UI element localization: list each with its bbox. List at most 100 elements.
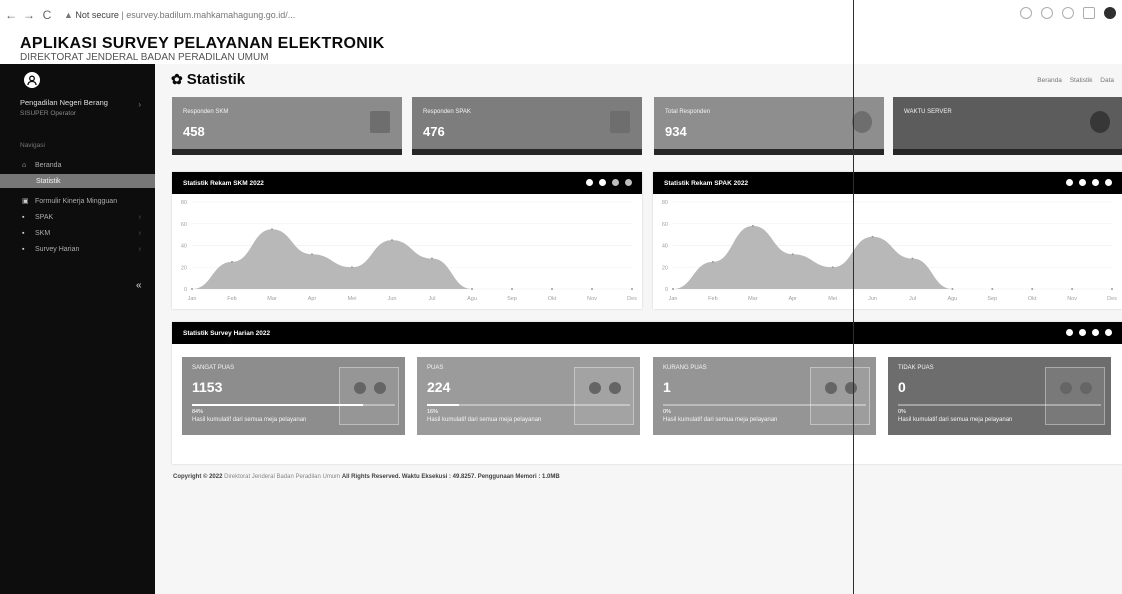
sidebar-item-skm[interactable]: ▪ SKM ›	[0, 226, 155, 240]
data-point[interactable]	[1031, 288, 1034, 290]
survey-value: 1153	[192, 379, 223, 395]
survey-progress-fill	[192, 404, 363, 406]
panel-dot-icon[interactable]	[1079, 329, 1086, 336]
survey-value: 1	[663, 379, 671, 395]
survey-label: TIDAK PUAS	[898, 365, 934, 371]
data-point[interactable]	[751, 224, 754, 227]
form-icon: ▣	[22, 197, 29, 205]
data-point[interactable]	[791, 253, 794, 256]
data-point[interactable]	[591, 288, 593, 290]
star-icon[interactable]	[1062, 7, 1074, 19]
page-title-text: Statistik	[186, 71, 246, 88]
address-bar[interactable]: ▲ Not secure | esurvey.badilum.mahkamaha…	[64, 10, 295, 20]
data-point[interactable]	[871, 235, 874, 238]
forward-icon[interactable]: →	[22, 8, 36, 22]
area-chart-skm: 0 20 40 60 80 Jan Feb Mar Apr Mei Jun Jul Agu Sep Okt N…	[181, 200, 637, 302]
y-tick-label: 20	[181, 265, 187, 271]
data-point[interactable]	[991, 288, 994, 290]
survey-progress	[192, 404, 395, 406]
x-tick-label: Apr	[788, 296, 797, 302]
clock-icon	[1090, 111, 1110, 133]
x-tick-label: Agu	[947, 296, 957, 302]
footer-rights: All Rights Reserved.	[341, 474, 401, 480]
stat-label: WAKTU SERVER	[904, 109, 952, 115]
data-point[interactable]	[631, 288, 633, 290]
data-point[interactable]	[351, 266, 353, 269]
survey-label: PUAS	[427, 365, 444, 371]
stat-document-icon	[610, 111, 630, 133]
sidebar-item-survey-harian[interactable]: ▪ Survey Harian ›	[0, 242, 155, 256]
user-menu-chevron-icon[interactable]: ›	[138, 100, 141, 109]
panel-dot-icon[interactable]	[625, 179, 632, 186]
stat-value: 934	[665, 124, 687, 139]
security-label: Not secure	[75, 10, 119, 20]
survey-card-sangat-puas: SANGAT PUAS 1153 84% Hasil kumulatif dar…	[182, 357, 405, 435]
user-avatar-icon[interactable]	[24, 72, 40, 88]
sidebar-item-formulir[interactable]: ▣ Formulir Kinerja Mingguan	[0, 194, 155, 208]
profile-icon[interactable]	[1104, 7, 1116, 19]
stat-value: 458	[183, 124, 205, 139]
zoom-icon[interactable]	[1041, 7, 1053, 19]
survey-card-kurang-puas: KURANG PUAS 1 0% Hasil kumulatif dari se…	[653, 357, 876, 435]
reload-icon[interactable]: C	[40, 8, 54, 22]
y-tick-label: 0	[184, 287, 187, 293]
data-point[interactable]	[271, 228, 273, 231]
data-point[interactable]	[231, 260, 233, 263]
back-icon[interactable]: ←	[4, 8, 18, 22]
data-point[interactable]	[551, 288, 553, 290]
data-point[interactable]	[711, 260, 714, 263]
sidebar-item-label: Formulir Kinerja Mingguan	[35, 197, 118, 205]
sidebar-item-statistik[interactable]: Statistik	[0, 174, 155, 188]
x-tick-label: Okt	[548, 296, 557, 302]
sidebar-item-beranda[interactable]: ⌂ Beranda	[0, 158, 155, 172]
data-point[interactable]	[391, 239, 393, 242]
data-point[interactable]	[831, 266, 834, 269]
translate-icon[interactable]	[1020, 7, 1032, 19]
panel-dot-icon[interactable]	[1066, 179, 1073, 186]
stat-footer-bar	[893, 149, 1122, 155]
collapse-sidebar-icon[interactable]: «	[136, 280, 142, 291]
data-point[interactable]	[471, 288, 473, 290]
survey-description: Hasil kumulatif dari semua meja pelayana…	[663, 417, 778, 423]
area-series	[192, 229, 632, 289]
footer-org-link[interactable]: Direktorat Jenderal Badan Peradilan Umum	[224, 474, 340, 480]
sidebar-item-label: Statistik	[36, 177, 61, 185]
x-tick-label: Jun	[868, 296, 877, 302]
chevron-right-icon: ›	[138, 245, 141, 253]
footer-exec-info: Waktu Eksekusi : 49.8257. Penggunaan Mem…	[401, 474, 560, 480]
x-tick-label: Des	[627, 296, 637, 302]
data-point[interactable]	[311, 253, 313, 256]
panel-dot-icon[interactable]	[1079, 179, 1086, 186]
stat-footer-bar	[654, 149, 884, 155]
data-point[interactable]	[191, 288, 193, 290]
breadcrumb-item[interactable]: Beranda	[1037, 77, 1062, 84]
love-face-icon	[339, 367, 399, 425]
panel-dot-icon[interactable]	[1105, 329, 1112, 336]
panel-dot-icon[interactable]	[1092, 329, 1099, 336]
sidebar-item-spak[interactable]: ▪ SPAK ›	[0, 210, 155, 224]
window-icon[interactable]	[1083, 7, 1095, 19]
x-tick-label: Apr	[308, 296, 317, 302]
breadcrumb-item: Data	[1100, 77, 1114, 84]
data-point[interactable]	[911, 257, 914, 260]
panel-dot-icon[interactable]	[1092, 179, 1099, 186]
data-point[interactable]	[1071, 288, 1074, 290]
survey-description: Hasil kumulatif dari semua meja pelayana…	[192, 417, 307, 423]
sidebar-item-label: Survey Harian	[35, 245, 80, 253]
data-point[interactable]	[431, 257, 433, 260]
sidebar-item-label: Beranda	[35, 161, 62, 169]
data-point[interactable]	[1111, 288, 1113, 290]
data-point[interactable]	[511, 288, 513, 290]
data-point[interactable]	[951, 288, 954, 290]
sidebar-user-name[interactable]: Pengadilan Negeri Berang	[20, 98, 108, 107]
panel-dot-icon[interactable]	[612, 179, 619, 186]
survey-percent: 0%	[663, 409, 671, 415]
data-point[interactable]	[672, 288, 674, 290]
breadcrumb-item[interactable]: Statistik	[1070, 77, 1093, 84]
stat-footer-bar	[172, 149, 402, 155]
panel-dot-icon[interactable]	[586, 179, 593, 186]
panel-dot-icon[interactable]	[1105, 179, 1112, 186]
panel-dot-icon[interactable]	[599, 179, 606, 186]
panel-dot-icon[interactable]	[1066, 329, 1073, 336]
x-tick-label: Nov	[587, 296, 597, 302]
